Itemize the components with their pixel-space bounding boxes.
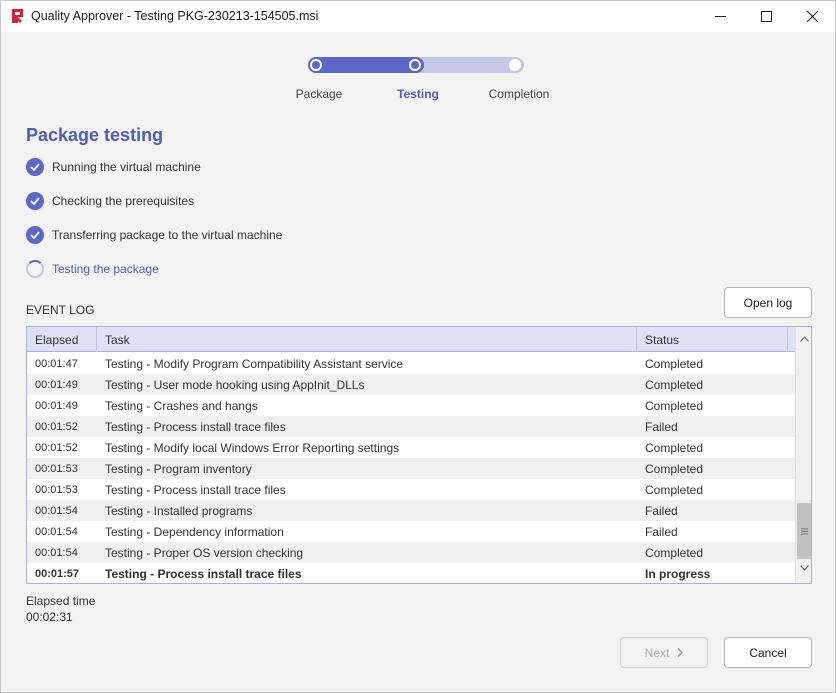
minimize-button[interactable] [697, 1, 743, 32]
event-log-heading: EVENT LOG [26, 303, 95, 317]
checklist-item: Checking the prerequisites [26, 192, 194, 210]
column-header-task[interactable]: Task [97, 327, 637, 352]
table-row[interactable]: 00:01:54 Testing - Installed programs Fa… [27, 500, 795, 521]
app-logo-icon [12, 9, 23, 23]
scroll-down-button[interactable] [796, 559, 811, 577]
table-row[interactable]: 00:01:49 Testing - Crashes and hangs Com… [27, 395, 795, 416]
maximize-icon [760, 11, 772, 22]
table-row[interactable]: 00:01:47 Testing - Modify Program Compat… [27, 353, 795, 374]
cell-status: Failed [645, 419, 678, 434]
step-label-completion: Completion [488, 87, 550, 101]
chevron-down-icon [799, 565, 809, 571]
cell-status: Failed [645, 503, 678, 518]
next-button-label: Next [644, 645, 670, 660]
progress-stepper [308, 57, 524, 73]
checklist-item: Transferring package to the virtual mach… [26, 226, 282, 244]
scroll-thumb[interactable] [797, 503, 811, 559]
maximize-button[interactable] [743, 1, 789, 32]
spinner-icon [26, 260, 44, 278]
chevron-up-icon [799, 336, 809, 342]
page-title: Package testing [26, 125, 164, 145]
checklist-item: Testing the package [26, 260, 159, 278]
checkmark-icon [26, 158, 44, 176]
cell-task: Testing - User mode hooking using AppIni… [105, 377, 365, 392]
cell-task: Testing - Crashes and hangs [105, 398, 258, 413]
step-label-package: Package [295, 87, 343, 101]
cell-status: In progress [645, 566, 711, 581]
checklist-label: Transferring package to the virtual mach… [52, 228, 283, 242]
checklist-label: Testing the package [52, 262, 159, 276]
cell-status: Completed [645, 440, 704, 455]
cell-task: Testing - Process install trace files [105, 566, 302, 581]
title-bar: Quality Approver - Testing PKG-230213-15… [1, 1, 835, 32]
cell-status: Completed [645, 398, 704, 413]
checkmark-icon [26, 226, 44, 244]
cell-elapsed: 00:01:49 [35, 399, 78, 412]
table-row[interactable]: 00:01:53 Testing - Program inventory Com… [27, 458, 795, 479]
grip-icon [800, 528, 808, 534]
cell-task: Testing - Modify Program Compatibility A… [105, 356, 404, 371]
event-log-table: Elapsed Task Status 00:01:47 Testing - M… [26, 326, 812, 584]
table-row[interactable]: 00:01:54 Testing - Dependency informatio… [27, 521, 795, 542]
table-row[interactable]: 00:01:52 Testing - Modify local Windows … [27, 437, 795, 458]
cell-status: Completed [645, 377, 704, 392]
chevron-right-icon [677, 648, 684, 657]
cell-status: Completed [645, 482, 704, 497]
cell-elapsed: 00:01:49 [35, 378, 78, 391]
checkmark-icon [26, 192, 44, 210]
cell-task: Testing - Program inventory [105, 461, 252, 476]
cell-task: Testing - Process install trace files [105, 482, 286, 497]
cell-elapsed: 00:01:53 [35, 483, 78, 496]
cell-status: Failed [645, 524, 678, 539]
cell-status: Completed [645, 461, 704, 476]
checklist-item: Running the virtual machine [26, 158, 201, 176]
cell-elapsed: 00:01:53 [35, 462, 78, 475]
vertical-scrollbar[interactable] [795, 327, 811, 583]
stepper-fill [308, 57, 424, 73]
cell-elapsed: 00:01:54 [35, 504, 78, 517]
table-row[interactable]: 00:01:57 Testing - Process install trace… [27, 563, 795, 583]
window-title: Quality Approver - Testing PKG-230213-15… [31, 9, 319, 23]
column-header-status[interactable]: Status [637, 327, 788, 352]
elapsed-time-label: Elapsed time [26, 594, 96, 608]
step-dot-completion [509, 59, 521, 71]
column-header-elapsed[interactable]: Elapsed [27, 327, 97, 352]
elapsed-time-value: 00:02:31 [26, 610, 73, 624]
cell-task: Testing - Modify local Windows Error Rep… [105, 440, 400, 455]
checklist-label: Checking the prerequisites [52, 194, 195, 208]
open-log-button[interactable]: Open log [724, 287, 812, 318]
scroll-up-button[interactable] [796, 330, 811, 348]
table-row[interactable]: 00:01:54 Testing - Proper OS version che… [27, 542, 795, 563]
step-label-testing: Testing [397, 87, 439, 101]
cell-task: Testing - Proper OS version checking [105, 545, 304, 560]
cancel-button[interactable]: Cancel [724, 637, 812, 668]
minimize-icon [714, 16, 726, 17]
cell-task: Testing - Process install trace files [105, 419, 286, 434]
close-icon [806, 11, 818, 22]
cell-elapsed: 00:01:52 [35, 441, 78, 454]
step-dot-testing [409, 59, 421, 71]
app-window: Quality Approver - Testing PKG-230213-15… [0, 0, 836, 693]
cell-task: Testing - Installed programs [105, 503, 253, 518]
table-row[interactable]: 00:01:53 Testing - Process install trace… [27, 479, 795, 500]
table-body: 00:01:47 Testing - Modify Program Compat… [27, 353, 795, 583]
cell-elapsed: 00:01:57 [35, 567, 80, 580]
cell-elapsed: 00:01:47 [35, 357, 78, 370]
table-row[interactable]: 00:01:49 Testing - User mode hooking usi… [27, 374, 795, 395]
step-dot-package [310, 59, 322, 71]
cell-elapsed: 00:01:54 [35, 525, 78, 538]
next-button[interactable]: Next [620, 637, 708, 668]
close-button[interactable] [789, 1, 835, 32]
table-header: Elapsed Task Status [27, 327, 811, 352]
cell-status: Completed [645, 356, 704, 371]
table-row[interactable]: 00:01:52 Testing - Process install trace… [27, 416, 795, 437]
cell-status: Completed [645, 545, 704, 560]
cell-elapsed: 00:01:52 [35, 420, 78, 433]
cell-task: Testing - Dependency information [105, 524, 284, 539]
cell-elapsed: 00:01:54 [35, 546, 78, 559]
checklist-label: Running the virtual machine [52, 160, 201, 174]
